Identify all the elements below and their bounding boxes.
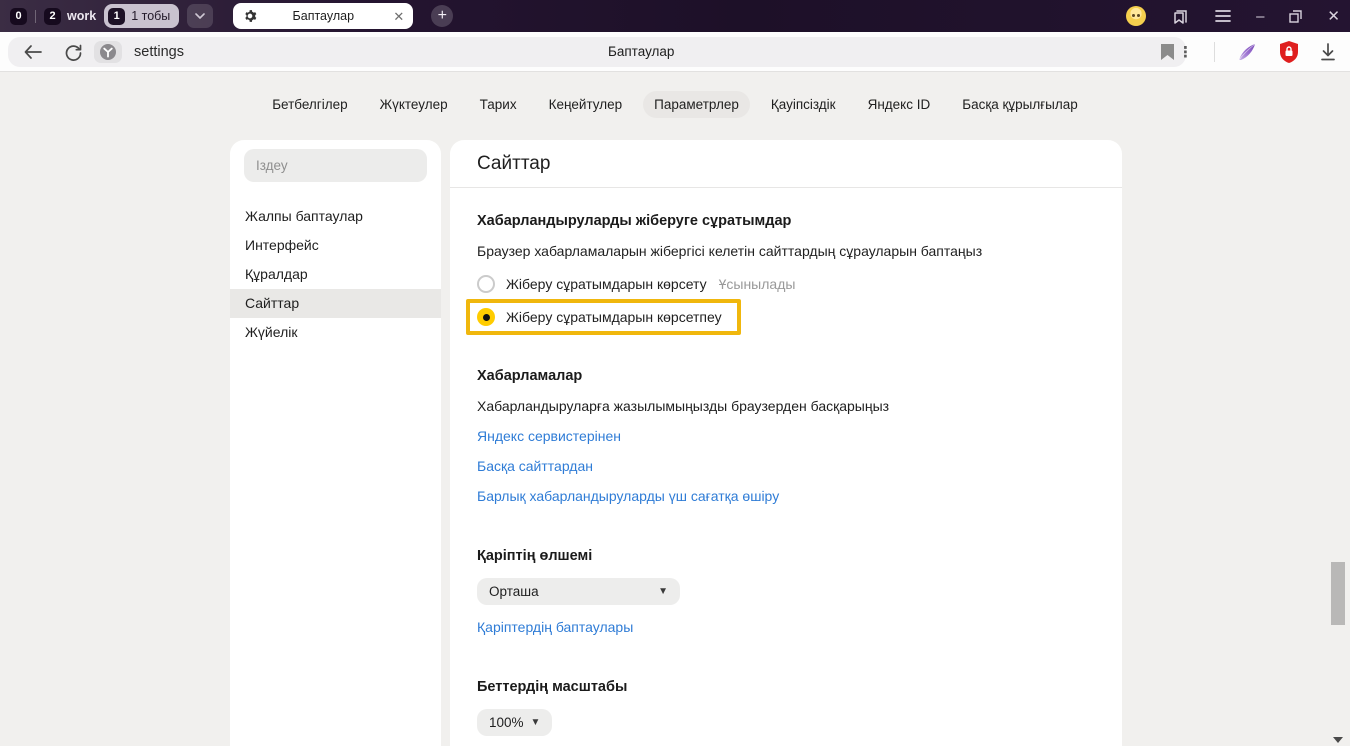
settings-page: Бетбелгілер Жүктеулер Тарих Кеңейтулер П… [0,72,1350,746]
back-arrow-icon [24,45,42,59]
sidebar-item-general[interactable]: Жалпы баптаулар [230,202,441,231]
sidebar-item-tools[interactable]: Құралдар [230,260,441,289]
radio-label: Жіберу сұратымдарын көрсету [506,276,707,292]
tab-counter-badge[interactable]: 0 [10,8,27,25]
section-heading-font-size: Қаріптің өлшемі [477,548,1095,564]
page-zoom-dropdown[interactable]: 100% ▼ [477,709,552,736]
section-heading-notifications: Хабарламалар [477,368,1095,384]
settings-top-nav: Бетбелгілер Жүктеулер Тарих Кеңейтулер П… [0,91,1350,118]
new-tab-button[interactable]: + [431,5,453,27]
search-input[interactable] [256,158,415,173]
tab-close-icon[interactable]: ✕ [393,10,404,23]
chevron-down-icon: ▼ [648,586,668,597]
toolbar-menu-icon[interactable]: ⋮ [1178,43,1193,61]
divider [1214,42,1215,62]
settings-sidebar: Жалпы баптаулар Интерфейс Құралдар Сайтт… [230,140,441,746]
main-header: Сайттар [450,140,1122,188]
divider [35,10,36,23]
annotation-highlight-box: Жіберу сұратымдарын көрсетпеу [466,299,741,335]
nav-tab-yandex-id[interactable]: Яндекс ID [857,91,942,118]
dropdown-value: 100% [489,715,524,730]
feather-extension-icon[interactable] [1236,41,1258,63]
page-title-omnibox: Баптаулар [608,37,674,67]
sidebar-item-sites[interactable]: Сайттар [230,289,441,318]
section-heading-page-zoom: Беттердің масштабы [477,679,1095,695]
scrollbar-thumb[interactable] [1331,562,1345,625]
minimize-button[interactable]: – [1256,8,1264,25]
link-font-settings[interactable]: Қаріптердің баптаулары [477,619,633,635]
link-yandex-services[interactable]: Яндекс сервистерінен [477,428,621,444]
section-heading-notification-requests: Хабарландыруларды жіберуге сұратымдар [477,213,1095,229]
section-description: Браузер хабарламаларын жібергісі келетін… [477,243,1095,259]
font-size-dropdown[interactable]: Орташа ▼ [477,578,680,605]
menu-icon[interactable] [1215,10,1231,22]
dropdown-value: Орташа [489,584,539,599]
close-window-button[interactable]: ✕ [1327,7,1340,25]
tab-title: Баптаулар [233,9,413,23]
yandex-browser-icon [100,44,116,60]
site-favicon[interactable] [94,41,122,63]
nav-tab-extensions[interactable]: Кеңейтулер [538,91,634,118]
nav-tab-settings[interactable]: Параметрлер [643,91,750,118]
chevron-down-icon: ▼ [531,717,541,728]
url-text[interactable]: settings [134,44,184,60]
active-tab[interactable]: Баптаулар ✕ [233,3,413,29]
link-other-sites[interactable]: Басқа сайттардан [477,458,593,474]
section-description: Хабарландыруларға жазылымыңызды браузерд… [477,398,1095,414]
radio-label: Жіберу сұратымдарын көрсетпеу [506,309,722,325]
sidebar-item-interface[interactable]: Интерфейс [230,231,441,260]
restore-button[interactable] [1289,10,1302,23]
back-button[interactable] [20,39,46,65]
browser-toolbar: settings Баптаулар ⋮ [0,32,1350,72]
chevron-down-icon [195,13,205,19]
link-mute-all-notifications[interactable]: Барлық хабарландыруларды үш сағатқа өшір… [477,488,779,504]
tab-group-chevron-button[interactable] [187,4,213,28]
protect-shield-icon[interactable] [1279,41,1299,63]
sidebar-item-system[interactable]: Жүйелік [230,318,441,347]
profile-avatar[interactable] [1126,6,1146,26]
radio-option-hide-requests[interactable]: Жіберу сұратымдарын көрсетпеу [477,305,722,329]
bookmark-icon[interactable] [1161,44,1174,60]
nav-tab-bookmarks[interactable]: Бетбелгілер [261,91,358,118]
workspace-label[interactable]: work [67,9,96,23]
nav-tab-downloads[interactable]: Жүктеулер [369,91,459,118]
radio-unselected-icon[interactable] [477,275,495,293]
reload-button[interactable] [60,39,86,65]
download-icon[interactable] [1320,43,1336,61]
nav-tab-security[interactable]: Қауіпсіздік [760,91,847,118]
page-title: Сайттар [477,153,550,175]
radio-selected-icon[interactable] [477,308,495,326]
tab-group[interactable]: 1 1 тобы [104,4,179,28]
tab-group-label: 1 тобы [131,9,170,23]
settings-main-panel: Сайттар Хабарландыруларды жіберуге сұрат… [450,140,1122,746]
radio-option-show-requests[interactable]: Жіберу сұратымдарын көрсету Ұсынылады [477,272,1095,296]
nav-tab-other-devices[interactable]: Басқа құрылғылар [951,91,1089,118]
address-bar[interactable]: settings Баптаулар [8,37,1186,67]
sidebar-search[interactable] [244,149,427,182]
tab-group-count-badge: 1 [108,8,125,25]
reload-icon [65,44,82,61]
scrollbar-down-arrow-icon[interactable] [1333,737,1343,743]
nav-tab-history[interactable]: Тарих [469,91,528,118]
tab-strip: 0 2 work 1 1 тобы Баптаулар ✕ + – ✕ [0,0,1350,32]
side-panel-icon[interactable] [1171,7,1190,26]
recommended-hint: Ұсынылады [719,276,796,292]
workspace-count-badge[interactable]: 2 [44,8,61,25]
